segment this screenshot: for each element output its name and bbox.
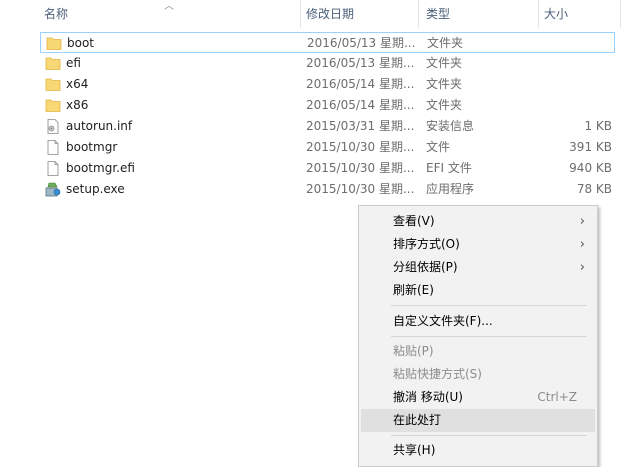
menu-item-label: 查看(V)	[393, 214, 435, 228]
file-name: x64	[66, 77, 89, 91]
file-name: bootmgr.efi	[66, 161, 135, 175]
file-row-x64[interactable]: x64 2016/05/14 星期... 文件夹	[40, 74, 615, 95]
file-type: 文件夹	[426, 56, 463, 70]
file-row-x86[interactable]: x86 2016/05/14 星期... 文件夹	[40, 95, 615, 116]
file-type: 文件	[426, 140, 451, 154]
menu-item-label: 刷新(E)	[393, 283, 434, 297]
folder-icon	[45, 99, 61, 112]
menu-item-undo-move[interactable]: 撤消 移动(U) Ctrl+Z	[361, 386, 595, 409]
menu-item-label: 分组依据(P)	[393, 260, 458, 274]
chevron-right-icon: ›	[579, 237, 585, 252]
menu-item-label: 在此处打	[393, 413, 442, 427]
file-date: 2015/03/31 星期...	[306, 119, 415, 133]
menu-item-label: 撤消 移动(U)	[393, 390, 463, 404]
folder-icon	[45, 78, 61, 91]
file-size: 391 KB	[569, 140, 612, 154]
column-divider[interactable]	[620, 0, 621, 28]
file-row-setup[interactable]: setup.exe 2015/10/30 星期... 应用程序 78 KB	[40, 179, 615, 200]
column-header: 名称 ︿ 修改日期 类型 大小	[0, 0, 627, 28]
chevron-right-icon: ›	[579, 260, 585, 275]
file-size	[537, 33, 613, 54]
file-size: 1 KB	[584, 119, 612, 133]
file-name: autorun.inf	[66, 119, 133, 133]
file-name: x86	[66, 98, 89, 112]
menu-item-label: 粘贴(P)	[393, 344, 434, 358]
file-name: bootmgr	[66, 140, 118, 154]
file-name: efi	[66, 56, 81, 70]
column-divider[interactable]	[300, 0, 301, 28]
inf-file-icon	[47, 119, 59, 134]
file-row-bootmgr[interactable]: bootmgr 2015/10/30 星期... 文件 391 KB	[40, 137, 615, 158]
menu-item-sort[interactable]: 排序方式(O) ›	[361, 233, 595, 256]
file-name: boot	[67, 36, 95, 50]
file-row-autorun[interactable]: autorun.inf 2015/03/31 星期... 安装信息 1 KB	[40, 116, 615, 137]
file-type: 文件夹	[426, 98, 463, 112]
menu-item-open-here[interactable]: 在此处打	[361, 409, 595, 432]
column-size-header[interactable]: 大小	[540, 0, 620, 28]
file-date: 2016/05/13 星期...	[306, 56, 415, 70]
context-menu: 查看(V) › 排序方式(O) › 分组依据(P) › 刷新(E) 自定义文件夹…	[358, 205, 598, 467]
menu-separator	[391, 435, 587, 436]
menu-item-share[interactable]: 共享(H)	[361, 439, 595, 462]
file-date: 2016/05/14 星期...	[306, 98, 415, 112]
file-size: 78 KB	[576, 182, 612, 196]
column-date-header[interactable]: 修改日期	[302, 0, 418, 28]
column-type-header[interactable]: 类型	[422, 0, 538, 28]
file-type: EFI 文件	[426, 161, 472, 175]
file-date: 2016/05/14 星期...	[306, 77, 415, 91]
menu-item-refresh[interactable]: 刷新(E)	[361, 279, 595, 302]
sort-up-icon: ︿	[164, 1, 174, 12]
file-row-efi[interactable]: efi 2016/05/13 星期... 文件夹	[40, 53, 615, 74]
file-size	[536, 95, 612, 116]
file-size: 940 KB	[569, 161, 612, 175]
menu-item-paste-shortcut[interactable]: 粘贴快捷方式(S)	[361, 363, 595, 386]
file-icon	[47, 161, 59, 176]
file-date: 2016/05/13 星期...	[307, 36, 416, 50]
chevron-right-icon: ›	[579, 214, 585, 229]
file-name: setup.exe	[66, 182, 125, 196]
menu-item-view[interactable]: 查看(V) ›	[361, 210, 595, 233]
menu-separator	[391, 336, 587, 337]
menu-item-label: 排序方式(O)	[393, 237, 460, 251]
column-divider[interactable]	[538, 0, 539, 28]
file-date: 2015/10/30 星期...	[306, 140, 415, 154]
file-type: 安装信息	[426, 119, 475, 133]
menu-item-shortcut: Ctrl+Z	[537, 390, 577, 404]
file-type: 文件夹	[426, 77, 463, 91]
menu-separator	[391, 305, 587, 306]
menu-item-label: 自定义文件夹(F)...	[393, 314, 493, 328]
file-date: 2015/10/30 星期...	[306, 161, 415, 175]
file-row-boot[interactable]: boot 2016/05/13 星期... 文件夹	[40, 32, 615, 53]
menu-item-label: 粘贴快捷方式(S)	[393, 367, 482, 381]
file-icon	[47, 140, 59, 155]
folder-icon	[46, 37, 62, 50]
file-date: 2015/10/30 星期...	[306, 182, 415, 196]
menu-item-customize[interactable]: 自定义文件夹(F)...	[361, 310, 595, 333]
file-size	[536, 53, 612, 74]
file-size	[536, 74, 612, 95]
file-type: 应用程序	[426, 182, 475, 196]
column-divider[interactable]	[418, 0, 419, 28]
file-row-bootmgr-efi[interactable]: bootmgr.efi 2015/10/30 星期... EFI 文件 940 …	[40, 158, 615, 179]
menu-item-label: 共享(H)	[393, 443, 436, 457]
file-type: 文件夹	[427, 36, 464, 50]
menu-item-paste[interactable]: 粘贴(P)	[361, 340, 595, 363]
folder-icon	[45, 57, 61, 70]
setup-exe-icon	[45, 182, 61, 197]
menu-item-group[interactable]: 分组依据(P) ›	[361, 256, 595, 279]
